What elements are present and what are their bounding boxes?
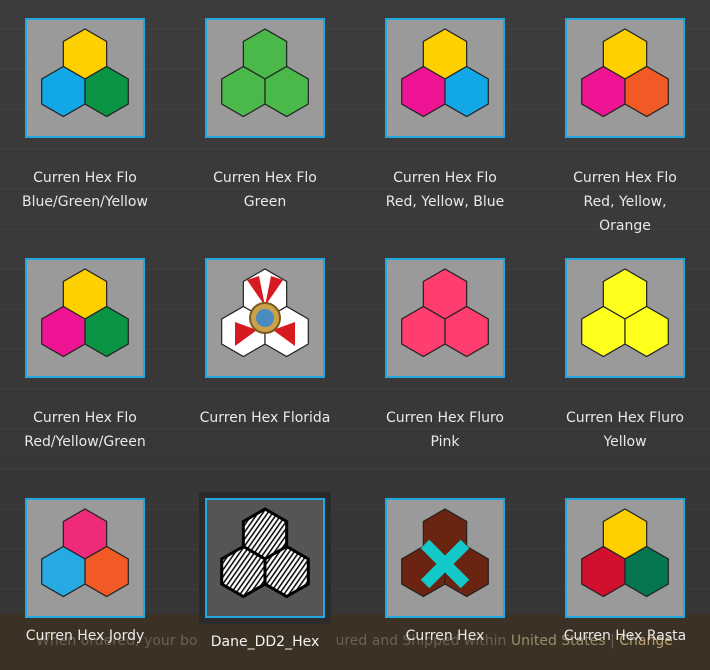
swatch-name-line: Curren Hex Flo <box>393 170 497 186</box>
swatch-name-line: Red/Yellow/Green <box>24 434 146 450</box>
swatch-thumbnail[interactable] <box>385 18 505 138</box>
hex-swatch-icon <box>401 28 489 118</box>
swatch-name-line: Curren Hex Fluro <box>565 410 684 426</box>
swatch-name: Curren Hex <box>360 624 530 648</box>
swatch-thumbnail[interactable] <box>25 258 145 378</box>
hex-swatch-icon <box>221 28 309 118</box>
hex-swatch-icon <box>41 28 129 118</box>
swatch-name-line: Curren Hex Flo <box>573 170 677 186</box>
swatch-thumbnail[interactable] <box>25 18 145 138</box>
swatch-name-line: Curren Hex Rasta <box>563 628 687 644</box>
swatch-name-line: Curren Hex Jordy <box>25 628 145 644</box>
hex-swatch-icon <box>401 508 489 598</box>
hex-swatch-icon <box>221 268 309 358</box>
swatch-name-line: Curren Hex Florida <box>199 410 331 426</box>
swatch-name-line: Yellow <box>603 434 647 450</box>
swatch-name-line: Blue/Green/Yellow <box>22 194 148 210</box>
hex-swatch-icon <box>581 268 669 358</box>
swatch-name: Curren Hex Flo Red/Yellow/Green <box>0 406 170 454</box>
swatch-name: Curren Hex Fluro Yellow <box>540 406 710 454</box>
swatch-name-line: Curren Hex <box>405 628 485 644</box>
swatch-name: Curren Hex Flo Red, Yellow, Orange <box>540 166 710 238</box>
swatch-name-line: Orange <box>599 218 651 234</box>
swatch-name: Curren Hex Rasta <box>540 624 710 648</box>
swatch-name-line: Curren Hex Flo <box>33 410 137 426</box>
swatch-thumbnail[interactable] <box>565 498 685 618</box>
hex-swatch-icon <box>581 28 669 118</box>
swatch-thumbnail[interactable] <box>25 498 145 618</box>
hex-cell-left <box>220 544 267 599</box>
hex-cell-right <box>263 544 310 599</box>
hex-swatch-icon <box>41 268 129 358</box>
swatch-name-line: Red, Yellow, <box>583 194 667 210</box>
hex-swatch-icon <box>41 508 129 598</box>
swatch-thumbnail[interactable] <box>565 18 685 138</box>
swatch-name-line: Pink <box>430 434 460 450</box>
swatch-name: Dane_DD2_Hex <box>205 630 325 654</box>
hex-swatch-icon <box>401 268 489 358</box>
swatch-name: Curren Hex Flo Green <box>180 166 350 214</box>
swatch-name-line: Green <box>243 194 287 210</box>
swatch-name: Curren Hex Fluro Pink <box>360 406 530 454</box>
swatch-thumbnail[interactable] <box>385 258 505 378</box>
swatch-thumbnail[interactable] <box>205 258 325 378</box>
swatch-name-line: Curren Hex Fluro <box>385 410 504 426</box>
swatch-name-line: Dane_DD2_Hex <box>210 634 320 650</box>
swatch-name: Curren Hex Florida <box>180 406 350 430</box>
swatch-thumbnail[interactable] <box>565 258 685 378</box>
swatch-name: Curren Hex Flo Blue/Green/Yellow <box>0 166 170 214</box>
swatch-name: Curren Hex Jordy <box>0 624 170 648</box>
hex-swatch-icon <box>581 508 669 598</box>
swatch-thumbnail[interactable] <box>385 498 505 618</box>
swatch-thumbnail[interactable] <box>205 18 325 138</box>
swatch-name: Curren Hex Flo Red, Yellow, Blue <box>360 166 530 214</box>
hex-swatch-icon <box>220 507 310 599</box>
swatch-thumbnail[interactable] <box>205 498 325 618</box>
swatch-name-line: Red, Yellow, Blue <box>385 194 505 210</box>
swatch-grid: Curren Hex Flo Blue/Green/Yellow Curren He… <box>0 0 710 670</box>
state-seal-center <box>256 309 274 327</box>
swatch-name-line: Curren Hex Flo <box>33 170 137 186</box>
swatch-name-line: Curren Hex Flo <box>213 170 317 186</box>
